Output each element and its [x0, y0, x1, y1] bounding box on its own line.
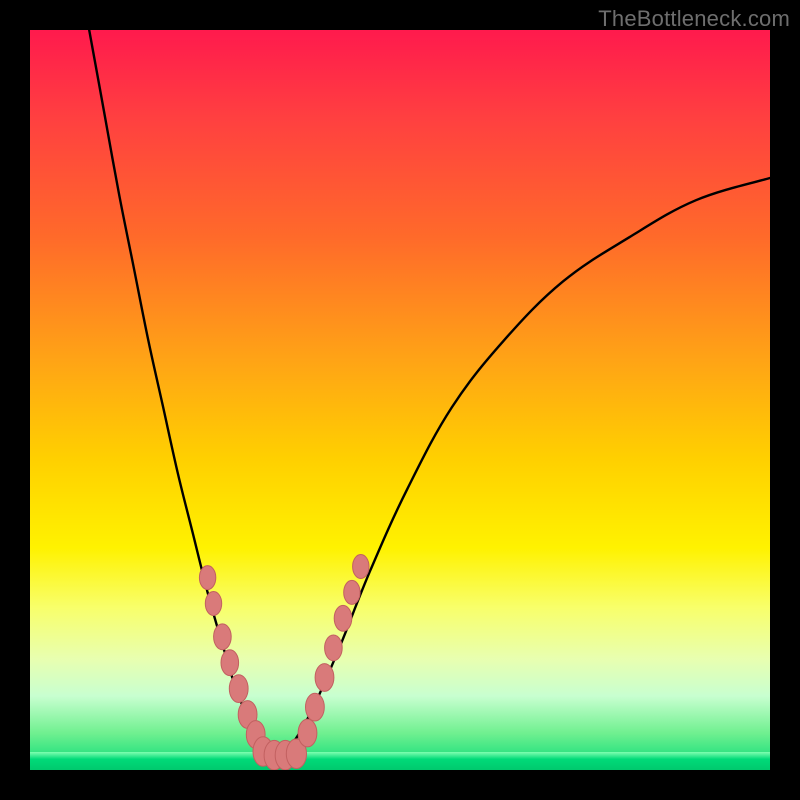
bead-right-3 — [325, 635, 343, 661]
outer-frame: TheBottleneck.com — [0, 0, 800, 800]
bead-right-5 — [344, 580, 360, 604]
bead-right-4 — [334, 605, 352, 631]
beads-group — [199, 555, 369, 771]
curve-left-branch — [89, 30, 278, 755]
bead-right-6 — [353, 555, 369, 579]
bead-right-0 — [298, 719, 317, 747]
bead-left-2 — [214, 624, 232, 650]
curve-group — [89, 30, 770, 755]
bead-left-3 — [221, 650, 239, 676]
curve-right-branch — [278, 178, 770, 755]
chart-svg — [30, 30, 770, 770]
bead-left-0 — [199, 566, 215, 590]
watermark-text: TheBottleneck.com — [598, 6, 790, 32]
bead-left-4 — [229, 675, 248, 703]
bead-right-2 — [315, 664, 334, 692]
bead-left-1 — [205, 592, 221, 616]
plot-area — [30, 30, 770, 770]
bead-right-1 — [306, 693, 325, 721]
